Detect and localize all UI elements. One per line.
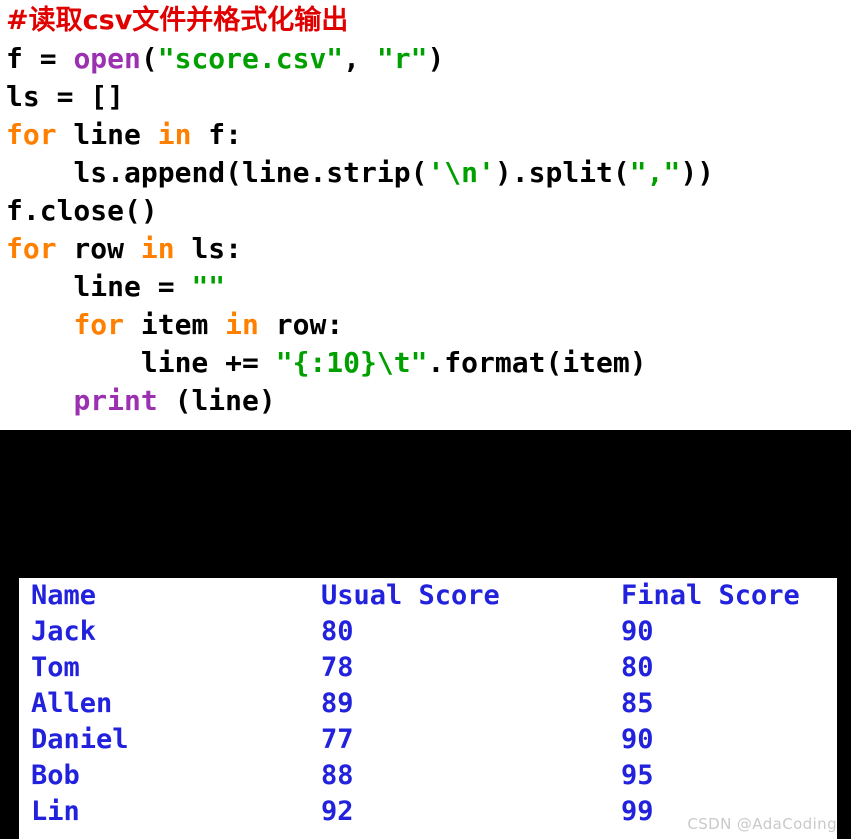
code-line: ls.append(line.strip('\n').split(",")) (6, 154, 851, 192)
table-row: Allen 89 85 (19, 686, 837, 722)
code-comment-line: #读取csv文件并格式化输出 (6, 5, 349, 36)
code-token-plain: line (56, 118, 158, 151)
code-line: for row in ls: (6, 230, 851, 268)
table-cell: Allen (31, 688, 113, 719)
code-token-plain: ls: (174, 232, 243, 265)
table-cell: 78 (321, 652, 354, 683)
code-token-keyword: in (157, 118, 192, 151)
code-token-plain: (line) (157, 384, 276, 417)
code-token-plain: ls = [] (6, 80, 125, 113)
code-line: print (line) (6, 382, 851, 420)
code-token-plain: line += (140, 346, 276, 379)
code-token-plain: f.close() (6, 194, 158, 227)
table-header-cell: Final Score (621, 580, 800, 611)
table-row: Daniel 77 90 (19, 722, 837, 758)
table-cell: 90 (621, 616, 654, 647)
code-token-plain: ).split( (494, 156, 630, 189)
code-token-keyword: for (6, 232, 57, 265)
code-lines-container: f = open("score.csv", "r") ls = [] for lin… (6, 40, 851, 420)
code-line: ls = [] (6, 78, 851, 116)
table-cell: 88 (321, 760, 354, 791)
code-line: line += "{:10}\t".format(item) (6, 344, 851, 382)
code-token-plain: ) (427, 42, 445, 75)
code-token-builtin: print (73, 384, 158, 417)
code-token-plain: .format(item) (427, 346, 647, 379)
table-header-cell: Usual Score (321, 580, 500, 611)
code-line: for line in f: (6, 116, 851, 154)
code-token-plain: row: (258, 308, 344, 341)
code-token-string: '\n' (427, 156, 495, 189)
table-cell: 92 (321, 796, 354, 827)
code-token-plain: f: (191, 118, 243, 151)
code-token-string: "r" (376, 42, 428, 75)
code-token-plain: line = (73, 270, 192, 303)
table-cell: 95 (621, 760, 654, 791)
table-cell: Lin (31, 796, 80, 827)
table-header-row: Name Usual Score Final Score (19, 578, 837, 614)
code-line: f.close() (6, 192, 851, 230)
code-token-plain: f = (6, 42, 74, 75)
code-token-string: "{:10}\t" (275, 346, 428, 379)
table-cell: 77 (321, 724, 354, 755)
table-cell: 89 (321, 688, 354, 719)
code-token-keyword: in (225, 308, 259, 341)
table-cell: 90 (621, 724, 654, 755)
code-line: for item in row: (6, 306, 851, 344)
code-token-string: "score.csv" (157, 42, 344, 75)
code-token-plain: , (343, 42, 377, 75)
table-cell: 99 (621, 796, 654, 827)
code-token-builtin: open (73, 42, 141, 75)
table-row: Jack 80 90 (19, 614, 837, 650)
code-editor-pane: #读取csv文件并格式化输出 f = open("score.csv", "r"… (0, 0, 851, 430)
csdn-watermark: CSDN @AdaCoding (687, 815, 837, 833)
code-token-plain: item (124, 308, 226, 341)
output-table-surface: Name Usual Score Final Score Jack 80 90 Tom 78 8… (19, 578, 837, 839)
output-table-body: Name Usual Score Final Score Jack 80 90 Tom 78 8… (19, 578, 837, 830)
table-cell: 80 (621, 652, 654, 683)
code-line: f = open("score.csv", "r") (6, 40, 851, 78)
table-cell: Tom (31, 652, 80, 683)
table-cell: Daniel (31, 724, 129, 755)
code-token-plain: ( (140, 42, 158, 75)
code-token-plain: row (56, 232, 141, 265)
table-cell: 85 (621, 688, 654, 719)
table-cell: 80 (321, 616, 354, 647)
table-row: Bob 88 95 (19, 758, 837, 794)
table-row: Tom 78 80 (19, 650, 837, 686)
code-token-plain: ls.append(line.strip( (73, 156, 428, 189)
table-cell: Bob (31, 760, 80, 791)
code-token-string: "" (191, 270, 226, 303)
code-token-keyword: for (6, 118, 57, 151)
screenshot-root: #读取csv文件并格式化输出 f = open("score.csv", "r"… (0, 0, 851, 839)
table-cell: Jack (31, 616, 97, 647)
table-header-cell: Name (31, 580, 97, 611)
code-token-keyword: in (140, 232, 175, 265)
console-output-pane: Name Usual Score Final Score Jack 80 90 Tom 78 8… (0, 430, 851, 839)
code-token-keyword: for (73, 308, 125, 341)
code-token-string: "," (629, 156, 681, 189)
console-blank-area (0, 430, 851, 578)
code-line: line = "" (6, 268, 851, 306)
code-token-plain: )) (680, 156, 715, 189)
